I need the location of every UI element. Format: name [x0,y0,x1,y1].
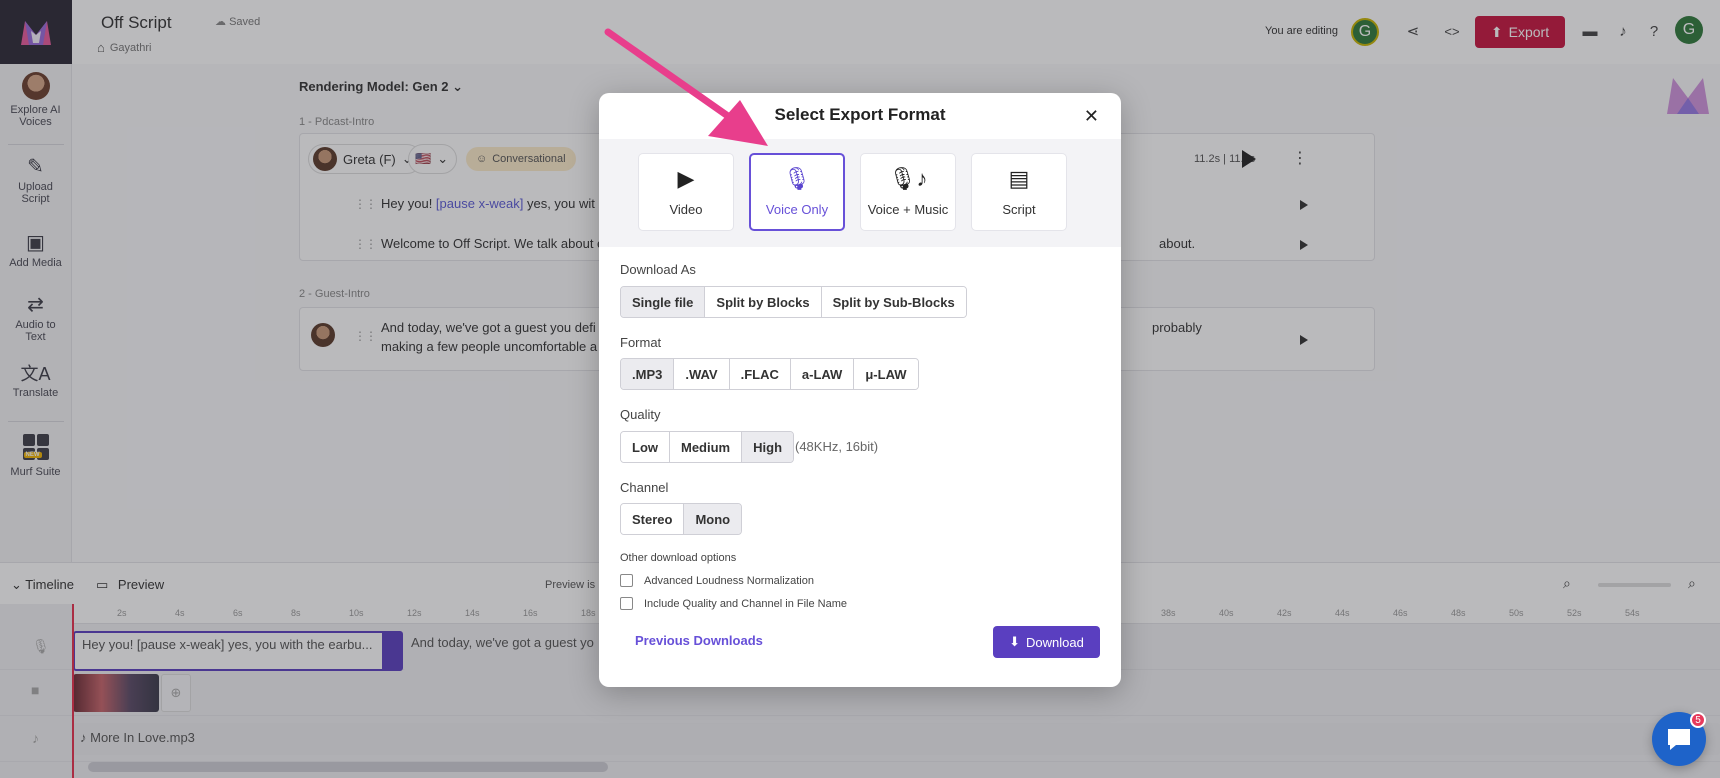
format-group: .MP3 .WAV .FLAC a-LAW μ-LAW [620,358,919,390]
export-type-label: Voice + Music [867,201,949,217]
quality-group: Low Medium High [620,431,795,463]
quality-label: Quality [620,407,661,422]
format-alaw[interactable]: a-LAW [790,359,855,389]
loudness-option[interactable]: Advanced Loudness Normalization [620,574,814,587]
export-type-label: Script [1002,201,1036,217]
format-label: Format [620,335,662,350]
annotation-arrow [604,28,768,146]
export-type-script[interactable]: ▤ Script [971,153,1067,231]
format-ulaw[interactable]: μ-LAW [854,359,918,389]
export-format-dialog: Select Export Format ✕ ▶ Video 🎙 Voice O… [599,93,1121,687]
chat-icon [1668,729,1690,750]
quality-high[interactable]: High [742,432,794,462]
export-type-options: ▶ Video 🎙 Voice Only 🎙♪ Voice + Music ▤ … [599,139,1121,247]
format-flac[interactable]: .FLAC [729,359,791,389]
download-button[interactable]: ⬇ Download [993,626,1100,658]
format-mp3[interactable]: .MP3 [621,359,675,389]
chat-unread-badge: 5 [1690,712,1706,728]
other-options-label: Other download options [620,552,737,564]
loudness-checkbox[interactable] [620,574,633,587]
quality-hint: (48KHz, 16bit) [795,439,879,454]
previous-downloads-link[interactable]: Previous Downloads [635,633,763,648]
export-type-voice-only[interactable]: 🎙 Voice Only [749,153,845,231]
loudness-option-label: Advanced Loudness Normalization [644,574,814,587]
export-type-video[interactable]: ▶ Video [638,153,734,231]
quality-low[interactable]: Low [621,432,670,462]
export-type-voice-music[interactable]: 🎙♪ Voice + Music [860,153,956,231]
download-as-group: Single file Split by Blocks Split by Sub… [620,286,967,318]
channel-mono[interactable]: Mono [684,504,742,534]
option-split-blocks[interactable]: Split by Blocks [705,287,822,317]
video-icon: ▶ [677,165,695,191]
option-split-sub-blocks[interactable]: Split by Sub-Blocks [821,287,966,317]
quality-medium[interactable]: Medium [670,432,743,462]
close-icon[interactable]: ✕ [1084,106,1099,127]
export-type-label: Voice Only [765,201,829,217]
export-type-label: Video [669,201,703,217]
mic-icon: 🎙 [783,165,811,191]
channel-group: Stereo Mono [620,503,743,535]
format-wav[interactable]: .WAV [674,359,730,389]
filename-option[interactable]: Include Quality and Channel in File Name [620,597,847,610]
channel-label: Channel [620,480,669,495]
option-single-file[interactable]: Single file [621,287,706,317]
download-label: Download [1026,634,1084,650]
script-icon: ▤ [1008,165,1030,191]
filename-option-label: Include Quality and Channel in File Name [644,597,848,610]
download-as-label: Download As [620,262,696,277]
filename-checkbox[interactable] [620,597,633,610]
channel-stereo[interactable]: Stereo [621,504,685,534]
download-icon: ⬇ [1009,634,1021,649]
voice-music-icon: 🎙♪ [888,165,928,191]
